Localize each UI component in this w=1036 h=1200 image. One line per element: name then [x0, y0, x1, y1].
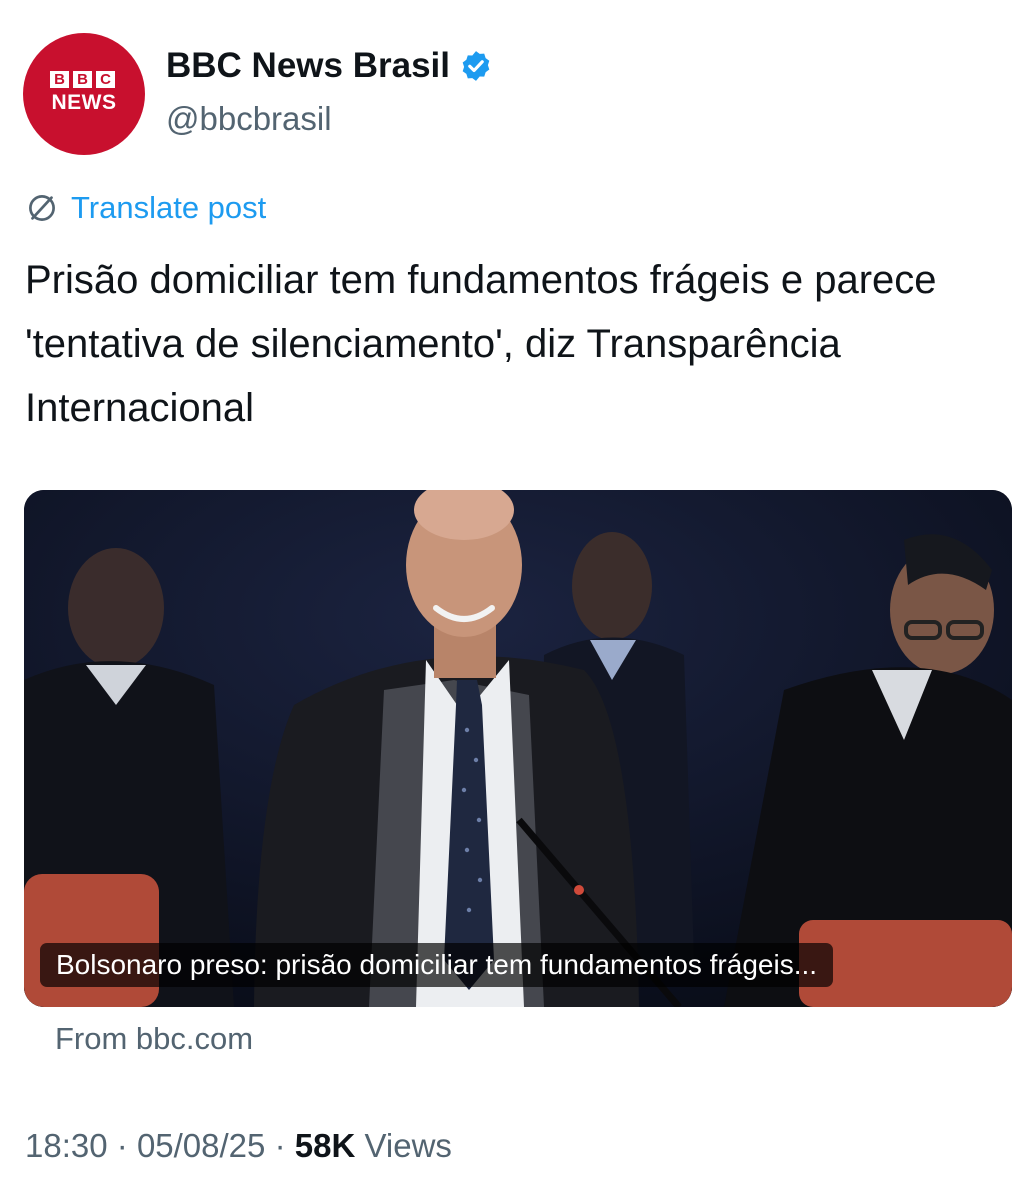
meta-separator-2: · — [274, 1127, 286, 1164]
account-handle[interactable]: @bbcbrasil — [166, 100, 332, 138]
link-card-caption: Bolsonaro preso: prisão domiciliar tem f… — [40, 943, 834, 987]
display-name[interactable]: BBC News Brasil — [166, 46, 450, 86]
translate-label: Translate post — [71, 190, 267, 225]
logo-letter-b1: B — [50, 71, 69, 88]
verified-badge-icon[interactable] — [459, 49, 493, 83]
post-text: Prisão domiciliar tem fundamentos frágei… — [25, 258, 937, 430]
views-count[interactable]: 58K — [295, 1127, 356, 1164]
views-label: Views — [364, 1127, 452, 1164]
post-header: B B C NEWS BBC News Brasil @bbcbrasil — [0, 0, 1036, 170]
globe-icon — [25, 191, 59, 225]
translate-post-link[interactable]: Translate post — [25, 190, 266, 226]
link-source[interactable]: From bbc.com — [55, 1021, 253, 1057]
logo-letter-b2: B — [73, 71, 92, 88]
logo-letter-c: C — [96, 71, 115, 88]
account-avatar[interactable]: B B C NEWS — [23, 33, 145, 155]
meta-separator-1: · — [116, 1127, 128, 1164]
link-card[interactable]: Bolsonaro preso: prisão domiciliar tem f… — [24, 490, 1012, 1007]
post-time[interactable]: 18:30 — [25, 1127, 108, 1164]
name-row: BBC News Brasil — [166, 46, 493, 86]
logo-news-text: NEWS — [51, 91, 117, 114]
bbc-logo-blocks: B B C — [50, 71, 115, 88]
article-photo — [24, 490, 1012, 1007]
post-date[interactable]: 05/08/25 — [137, 1127, 265, 1164]
post-meta: 18:30 · 05/08/25 · 58K Views — [25, 1127, 452, 1165]
